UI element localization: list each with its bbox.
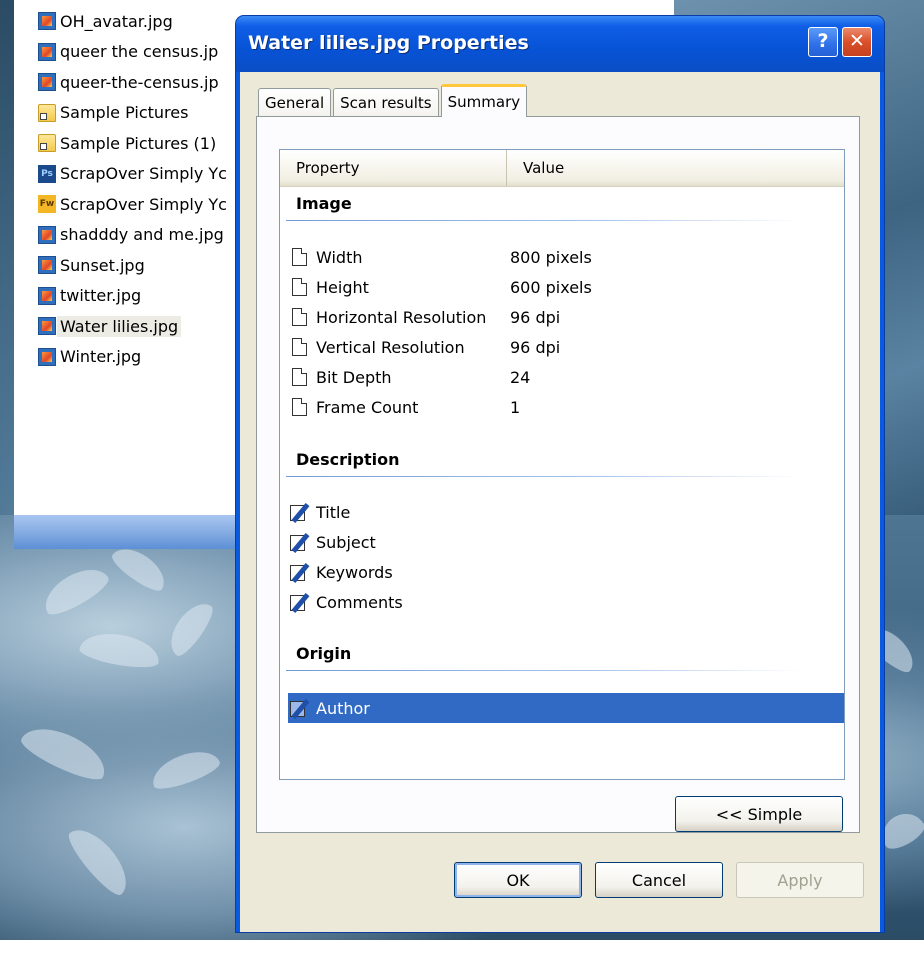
ok-button[interactable]: OK — [454, 862, 582, 898]
folder-shortcut-icon — [38, 134, 56, 153]
group-divider — [286, 670, 802, 671]
wallpaper-petal — [147, 743, 223, 795]
property-row-subject[interactable]: Subject — [288, 527, 844, 557]
jpg-file-icon — [38, 225, 56, 244]
group-header-description: Description — [296, 450, 400, 469]
window-titlebar-fragment — [14, 515, 244, 549]
jpg-file-icon — [38, 256, 56, 275]
bottom-strip — [0, 940, 924, 961]
jpg-file-icon — [38, 286, 56, 305]
group-header-origin: Origin — [296, 644, 352, 663]
dialog-client-area: General Scan results Summary Property Va… — [240, 72, 880, 932]
jpg-file-icon — [38, 12, 56, 31]
document-icon — [292, 338, 307, 356]
list-item[interactable]: Sunset.jpg — [38, 250, 227, 281]
list-item[interactable]: OH_avatar.jpg — [38, 6, 227, 37]
property-row-author[interactable]: Author — [288, 693, 844, 723]
wallpaper-petal — [78, 628, 162, 672]
wallpaper-petal — [17, 717, 113, 787]
list-item[interactable]: Sample Pictures — [38, 98, 227, 129]
list-item[interactable]: Fw ScrapOver Simply Yc — [38, 189, 227, 220]
wallpaper-petal — [62, 819, 138, 901]
document-icon — [292, 308, 307, 326]
list-item[interactable]: Ps ScrapOver Simply Yc — [38, 159, 227, 190]
tab-summary[interactable]: Summary — [440, 84, 528, 117]
fireworks-file-icon: Fw — [38, 195, 56, 214]
jpg-file-icon — [38, 42, 56, 61]
help-button[interactable]: ? — [808, 27, 838, 57]
list-item[interactable]: Winter.jpg — [38, 342, 227, 373]
editable-property-icon — [290, 502, 312, 522]
document-icon — [292, 368, 307, 386]
group-divider — [286, 220, 802, 221]
property-row-vertical-resolution[interactable]: Vertical Resolution 96 dpi — [288, 332, 844, 362]
document-icon — [292, 278, 307, 296]
property-list[interactable]: Property Value Image Width 800 pixels He… — [279, 149, 845, 780]
document-icon — [292, 248, 307, 266]
property-row-frame-count[interactable]: Frame Count 1 — [288, 392, 844, 422]
list-item[interactable]: Sample Pictures (1) — [38, 128, 227, 159]
list-header: Property Value — [280, 150, 844, 187]
list-item[interactable]: twitter.jpg — [38, 281, 227, 312]
file-list: OH_avatar.jpg queer the census.jp queer-… — [38, 6, 227, 372]
tab-general[interactable]: General — [258, 88, 332, 116]
list-item[interactable]: queer the census.jp — [38, 37, 227, 68]
list-item[interactable]: queer-the-census.jp — [38, 67, 227, 98]
wallpaper-petal — [37, 559, 113, 621]
properties-dialog: Water lilies.jpg Properties ? ✕ General … — [236, 16, 884, 932]
close-button[interactable]: ✕ — [842, 27, 872, 57]
wallpaper-petal — [162, 595, 218, 661]
property-row-keywords[interactable]: Keywords — [288, 557, 844, 587]
dialog-titlebar[interactable]: Water lilies.jpg Properties ? ✕ — [236, 16, 884, 72]
list-item[interactable]: shadddy and me.jpg — [38, 220, 227, 251]
tab-scan-results[interactable]: Scan results — [333, 88, 439, 116]
group-divider — [286, 476, 802, 477]
jpg-file-icon — [38, 73, 56, 92]
summary-tab-panel: Property Value Image Width 800 pixels He… — [256, 116, 860, 833]
property-row-width[interactable]: Width 800 pixels — [288, 242, 844, 272]
property-row-horizontal-resolution[interactable]: Horizontal Resolution 96 dpi — [288, 302, 844, 332]
property-row-height[interactable]: Height 600 pixels — [288, 272, 844, 302]
property-row-title[interactable]: Title — [288, 497, 844, 527]
list-item-selected[interactable]: Water lilies.jpg — [38, 311, 227, 342]
jpg-file-icon — [38, 347, 56, 366]
folder-shortcut-icon — [38, 103, 56, 122]
editable-property-icon — [290, 592, 312, 612]
editable-property-icon — [290, 562, 312, 582]
jpg-file-icon — [38, 317, 56, 336]
property-row-comments[interactable]: Comments — [288, 587, 844, 617]
simple-view-button[interactable]: << Simple — [675, 796, 843, 832]
photoshop-file-icon: Ps — [38, 164, 56, 183]
column-header-property[interactable]: Property — [280, 150, 507, 186]
group-header-image: Image — [296, 194, 352, 213]
tab-strip: General Scan results Summary — [258, 84, 529, 117]
document-icon — [292, 398, 307, 416]
property-row-bit-depth[interactable]: Bit Depth 24 — [288, 362, 844, 392]
editable-property-icon — [290, 532, 312, 552]
column-header-value[interactable]: Value — [507, 150, 844, 186]
editable-property-icon — [290, 698, 312, 718]
cancel-button[interactable]: Cancel — [595, 862, 723, 898]
apply-button[interactable]: Apply — [736, 862, 864, 898]
dialog-title: Water lilies.jpg Properties — [248, 32, 529, 54]
